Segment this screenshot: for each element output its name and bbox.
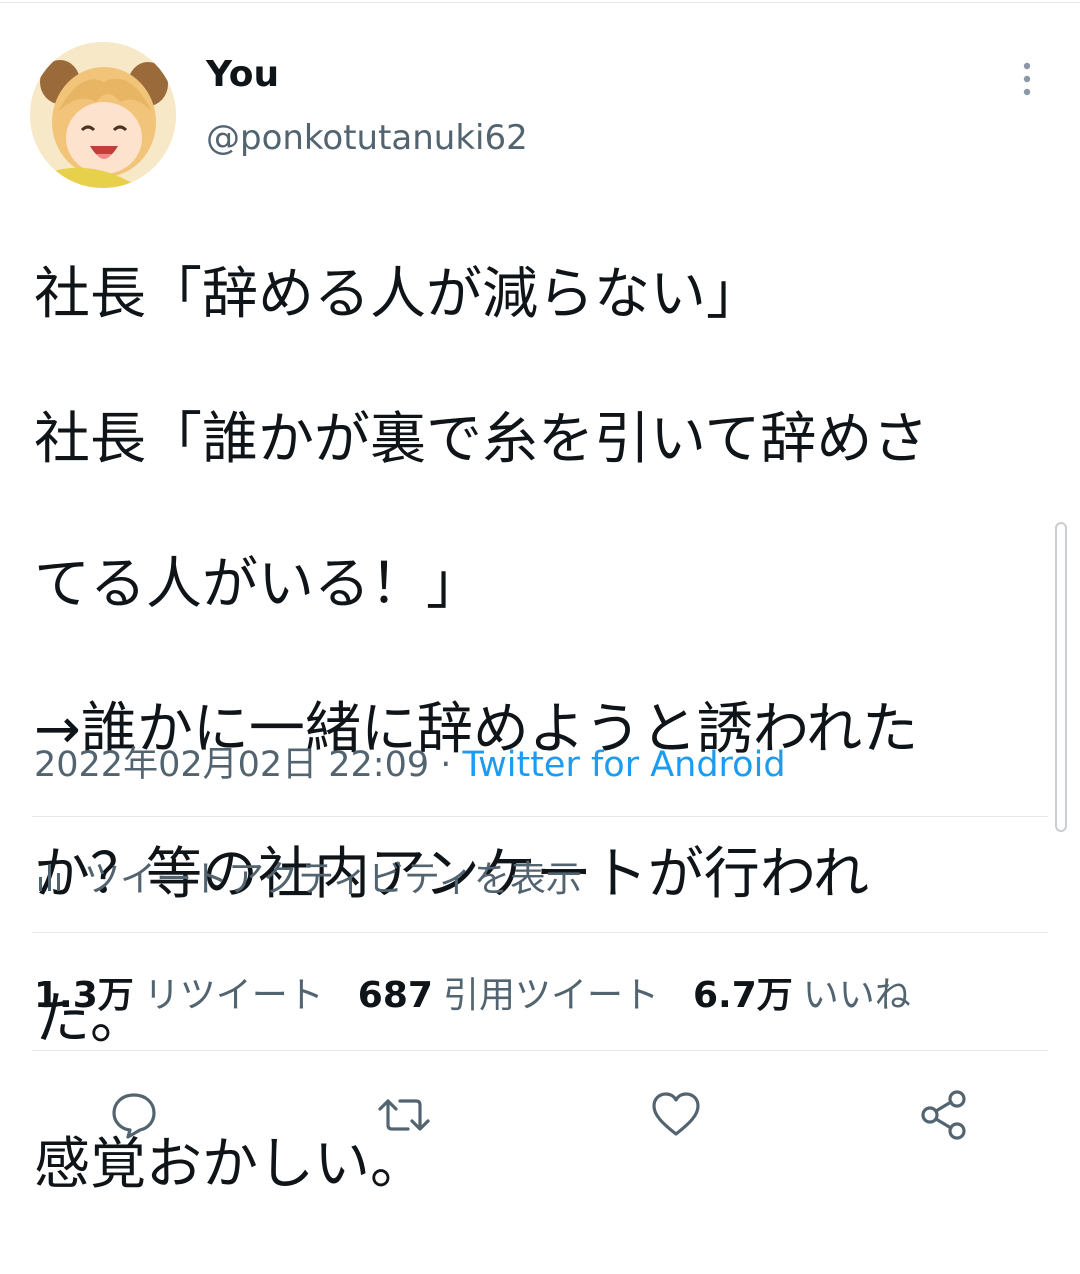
quote-label: 引用ツイート — [442, 975, 659, 1016]
tweet-line: 感覚おかしい。 — [34, 1131, 426, 1197]
meta-separator: · — [429, 745, 463, 785]
quote-count: 687 — [357, 975, 433, 1016]
retweet-count: 1.3万 — [34, 975, 134, 1016]
analytics-icon — [39, 865, 60, 891]
tweet-meta: 2022年02月02日 22:09 · Twitter for Android — [34, 736, 786, 787]
source-link[interactable]: Twitter for Android — [463, 745, 786, 785]
more-options-icon[interactable] — [1016, 60, 1038, 100]
like-count: 6.7万 — [692, 975, 793, 1016]
retweet-stat[interactable]: 1.3万 リツイート — [34, 966, 324, 1018]
tweet-line: 社長「辞める人が減らない」 — [34, 261, 762, 327]
divider — [32, 932, 1048, 933]
like-stat[interactable]: 6.7万 いいね — [693, 966, 911, 1018]
quote-stat[interactable]: 687 引用ツイート — [358, 966, 659, 1018]
tweet-line: てる人がいる！」 — [34, 551, 482, 617]
scrollbar[interactable] — [1055, 522, 1067, 832]
author-handle[interactable]: @ponkotutanuki62 — [206, 118, 528, 158]
divider — [32, 1050, 1048, 1051]
like-label: いいね — [802, 975, 911, 1016]
tweet-line: 社長「誰かが裏で糸を引いて辞めさ — [34, 406, 929, 472]
top-divider — [0, 2, 1080, 3]
retweet-label: リツイート — [143, 975, 324, 1016]
activity-label: ツイートアクティビティを表示 — [84, 859, 582, 900]
avatar[interactable] — [30, 42, 176, 188]
tweet-activity-link[interactable]: ツイートアクティビティを表示 — [36, 848, 582, 904]
author-name[interactable]: You — [206, 54, 279, 95]
reply-icon[interactable] — [106, 1087, 162, 1143]
engagement-stats: 1.3万 リツイート 687 引用ツイート 6.7万 いいね — [34, 966, 945, 1018]
share-icon[interactable] — [916, 1087, 972, 1143]
retweet-icon[interactable] — [376, 1087, 432, 1143]
tweet-text: 社長「辞める人が減らない」 社長「誰かが裏で糸を引いて辞めさ てる人がいる！」 … — [34, 186, 1034, 1274]
avatar-illustration — [30, 42, 176, 188]
divider — [32, 816, 1048, 817]
timestamp: 2022年02月02日 22:09 — [34, 745, 430, 785]
like-icon[interactable] — [648, 1087, 704, 1143]
